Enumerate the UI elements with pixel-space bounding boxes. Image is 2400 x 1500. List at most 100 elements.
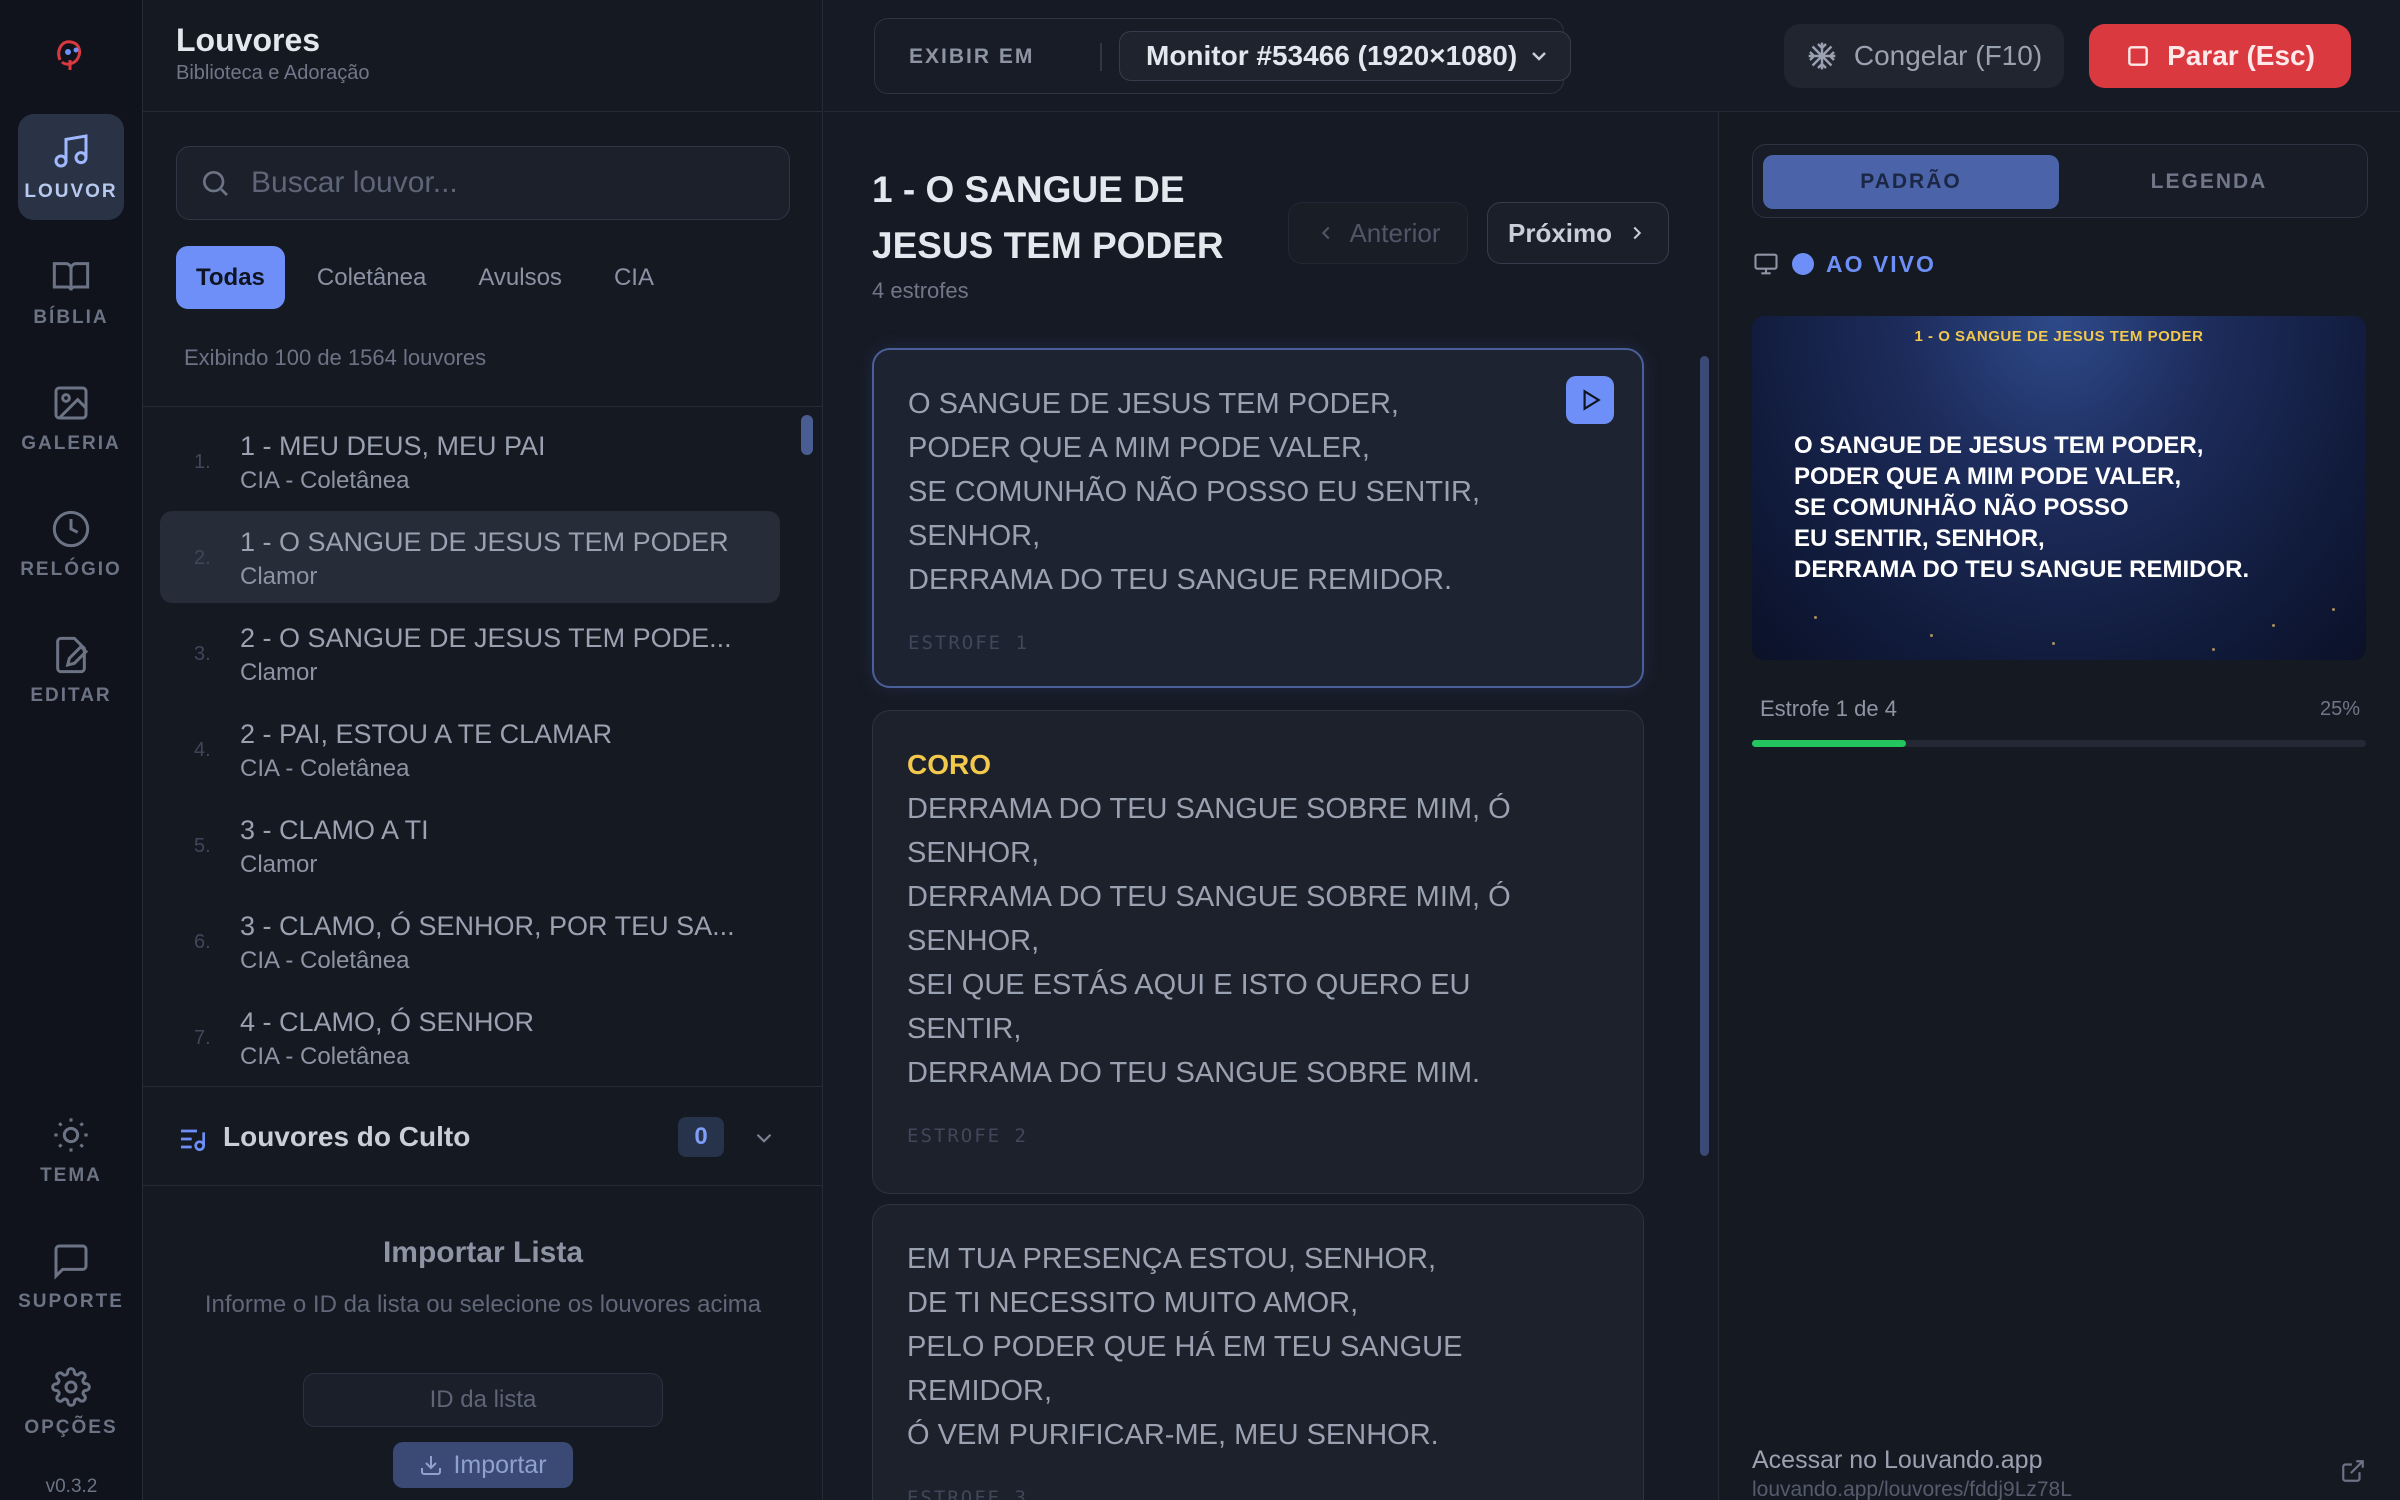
song-title: 2 - O SANGUE DE JESUS TEM PODE... <box>240 623 732 653</box>
import-button[interactable]: Importar <box>393 1442 573 1488</box>
rail-item-louvor[interactable]: LOUVOR <box>18 114 124 220</box>
list-item[interactable]: 5. 3 - CLAMO A TI Clamor <box>160 799 780 891</box>
import-description: Informe o ID da lista ou selecione os lo… <box>204 1291 762 1318</box>
search-input[interactable] <box>251 153 789 213</box>
import-button-label: Importar <box>453 1450 547 1479</box>
song-header: 1 - O SANGUE DE JESUS TEM PODER 4 estrof… <box>824 112 1719 342</box>
tab-legenda[interactable]: LEGENDA <box>2061 155 2357 209</box>
access-url[interactable]: louvando.app/louvores/fddj9Lz78L <box>1752 1478 2072 1500</box>
stanza-line: SENHOR, <box>907 837 1040 869</box>
sparkle <box>2272 624 2275 627</box>
stanza-line: REMIDOR, <box>907 1375 1052 1407</box>
chevron-left-icon <box>1322 226 1330 240</box>
projection-preview: 1 - O SANGUE DE JESUS TEM PODER O SANGUE… <box>1752 316 2366 660</box>
search-box[interactable] <box>176 146 790 220</box>
stanza-line: DERRAMA DO TEU SANGUE REMIDOR. <box>908 564 1453 596</box>
list-item[interactable]: 2. 1 - O SANGUE DE JESUS TEM PODER Clamo… <box>160 511 780 603</box>
song-number: 5. <box>194 835 211 857</box>
list-id-input[interactable] <box>303 1373 663 1427</box>
rail-label: TEMA <box>40 1165 102 1186</box>
stop-button[interactable]: Parar (Esc) <box>2089 24 2351 88</box>
preview-lyrics: O SANGUE DE JESUS TEM PODER, PODER QUE A… <box>1794 430 2249 585</box>
stanza-line: DERRAMA DO TEU SANGUE SOBRE MIM, Ó <box>907 793 1511 825</box>
culto-section-header[interactable]: Louvores do Culto 0 <box>143 1086 823 1186</box>
stanza-line: Ó VEM PURIFICAR-ME, MEU SENHOR. <box>907 1419 1439 1451</box>
live-label: AO VIVO <box>1826 250 1936 277</box>
list-item[interactable]: 6. 3 - CLAMO, Ó SENHOR, POR TEU SA... CI… <box>160 895 780 987</box>
song-collection: Clamor <box>240 851 318 878</box>
song-title-heading: 1 - O SANGUE DE JESUS TEM PODER <box>872 169 1224 266</box>
filter-coletanea[interactable]: Coletânea <box>297 246 446 309</box>
tab-padrao[interactable]: PADRÃO <box>1763 155 2059 209</box>
filter-cia[interactable]: CIA <box>594 246 674 309</box>
progress-bar <box>1752 740 2366 747</box>
rail-item-relogio[interactable]: RELÓGIO <box>18 492 124 598</box>
list-item[interactable]: 1. 1 - MEU DEUS, MEU PAI CIA - Coletânea <box>160 415 780 507</box>
freeze-button[interactable]: Congelar (F10) <box>1784 24 2064 88</box>
song-title: 1 - O SANGUE DE JESUS TEM PODER <box>240 527 729 557</box>
song-number: 4. <box>194 739 211 761</box>
chorus-label: CORO <box>907 749 991 780</box>
rail-item-opcoes[interactable]: OPÇÕES <box>18 1350 124 1456</box>
rail-label: LOUVOR <box>24 181 118 202</box>
song-title: 3 - CLAMO, Ó SENHOR, POR TEU SA... <box>240 911 735 941</box>
rail-item-suporte[interactable]: SUPORTE <box>18 1224 124 1330</box>
monitor-select[interactable]: Monitor #53466 (1920×1080) <box>1119 31 1571 81</box>
play-icon <box>1583 389 1601 411</box>
list-item[interactable]: 3. 2 - O SANGUE DE JESUS TEM PODE... Cla… <box>160 607 780 699</box>
stanza-line: SENHOR, <box>907 925 1040 957</box>
rail-label: RELÓGIO <box>20 559 122 580</box>
next-button[interactable]: Próximo <box>1487 202 1669 264</box>
rail-item-biblia[interactable]: BÍBLIA <box>18 240 124 346</box>
progress-percent: 25% <box>2320 698 2361 720</box>
external-link-icon[interactable] <box>2340 1458 2366 1484</box>
stanza-label: ESTROFE 1 <box>908 632 1029 654</box>
list-item[interactable]: 7. 4 - CLAMO, Ó SENHOR CIA - Coletânea <box>160 991 780 1083</box>
chevron-down-icon[interactable] <box>751 1125 777 1151</box>
rail-item-galeria[interactable]: GALERIA <box>18 366 124 472</box>
rail-label: GALERIA <box>21 433 121 454</box>
rail-item-editar[interactable]: EDITAR <box>18 618 124 724</box>
display-label: EXIBIR EM <box>909 45 1035 68</box>
song-panel: 1 - O SANGUE DE JESUS TEM PODER 4 estrof… <box>824 112 1719 1500</box>
stanza-line: SENTIR, <box>907 1013 1022 1045</box>
stop-icon <box>2128 46 2148 66</box>
rail-item-tema[interactable]: TEMA <box>18 1098 124 1204</box>
song-panel-scrollbar[interactable] <box>1700 356 1709 1156</box>
stanza-count: 4 estrofes <box>872 278 969 303</box>
progress-label: Estrofe 1 de 4 <box>1760 696 1897 721</box>
rail-label: OPÇÕES <box>24 1417 118 1438</box>
library-title: Louvores <box>176 22 321 58</box>
stanza-line: O SANGUE DE JESUS TEM PODER, <box>908 388 1399 420</box>
sparkle <box>2212 648 2215 651</box>
previous-button[interactable]: Anterior <box>1288 202 1468 264</box>
access-label: Acessar no Louvando.app <box>1752 1446 2043 1474</box>
preview-line: EU SENTIR, SENHOR, <box>1794 525 2045 552</box>
song-collection: Clamor <box>240 563 318 590</box>
stanza-card[interactable]: EM TUA PRESENÇA ESTOU, SENHOR, DE TI NEC… <box>872 1204 1644 1500</box>
song-collection: CIA - Coletânea <box>240 755 410 782</box>
filter-avulsos[interactable]: Avulsos <box>458 246 582 309</box>
music-note-icon <box>54 134 88 168</box>
stanza-line: DE TI NECESSITO MUITO AMOR, <box>907 1287 1359 1319</box>
freeze-label: Congelar (F10) <box>1853 40 2043 71</box>
song-list: 1. 1 - MEU DEUS, MEU PAI CIA - Coletânea… <box>143 406 823 1086</box>
progress-fill <box>1752 740 1906 747</box>
clock-icon <box>52 510 90 548</box>
preview-song-title: 1 - O SANGUE DE JESUS TEM PODER <box>1914 328 2204 345</box>
download-icon <box>421 1456 442 1475</box>
stanza-line: DERRAMA DO TEU SANGUE SOBRE MIM, Ó <box>907 881 1511 913</box>
play-stanza-button[interactable] <box>1566 376 1614 424</box>
song-list-scrollbar[interactable] <box>801 415 813 455</box>
gear-icon <box>51 1367 91 1407</box>
list-item[interactable]: 4. 2 - PAI, ESTOU A TE CLAMAR CIA - Cole… <box>160 703 780 795</box>
sparkle <box>1930 634 1933 637</box>
filter-tabs: Todas Coletânea Avulsos CIA <box>176 246 686 309</box>
filter-todas[interactable]: Todas <box>176 246 285 309</box>
stanza-card[interactable]: O SANGUE DE JESUS TEM PODER, PODER QUE A… <box>872 348 1644 688</box>
stanza-card[interactable]: CORO DERRAMA DO TEU SANGUE SOBRE MIM, Ó … <box>872 710 1644 1194</box>
song-number: 1. <box>194 451 211 473</box>
top-bar: EXIBIR EM Monitor #53466 (1920×1080) Con… <box>824 0 2400 112</box>
song-collection: CIA - Coletânea <box>240 467 410 494</box>
song-collection: CIA - Coletânea <box>240 947 410 974</box>
